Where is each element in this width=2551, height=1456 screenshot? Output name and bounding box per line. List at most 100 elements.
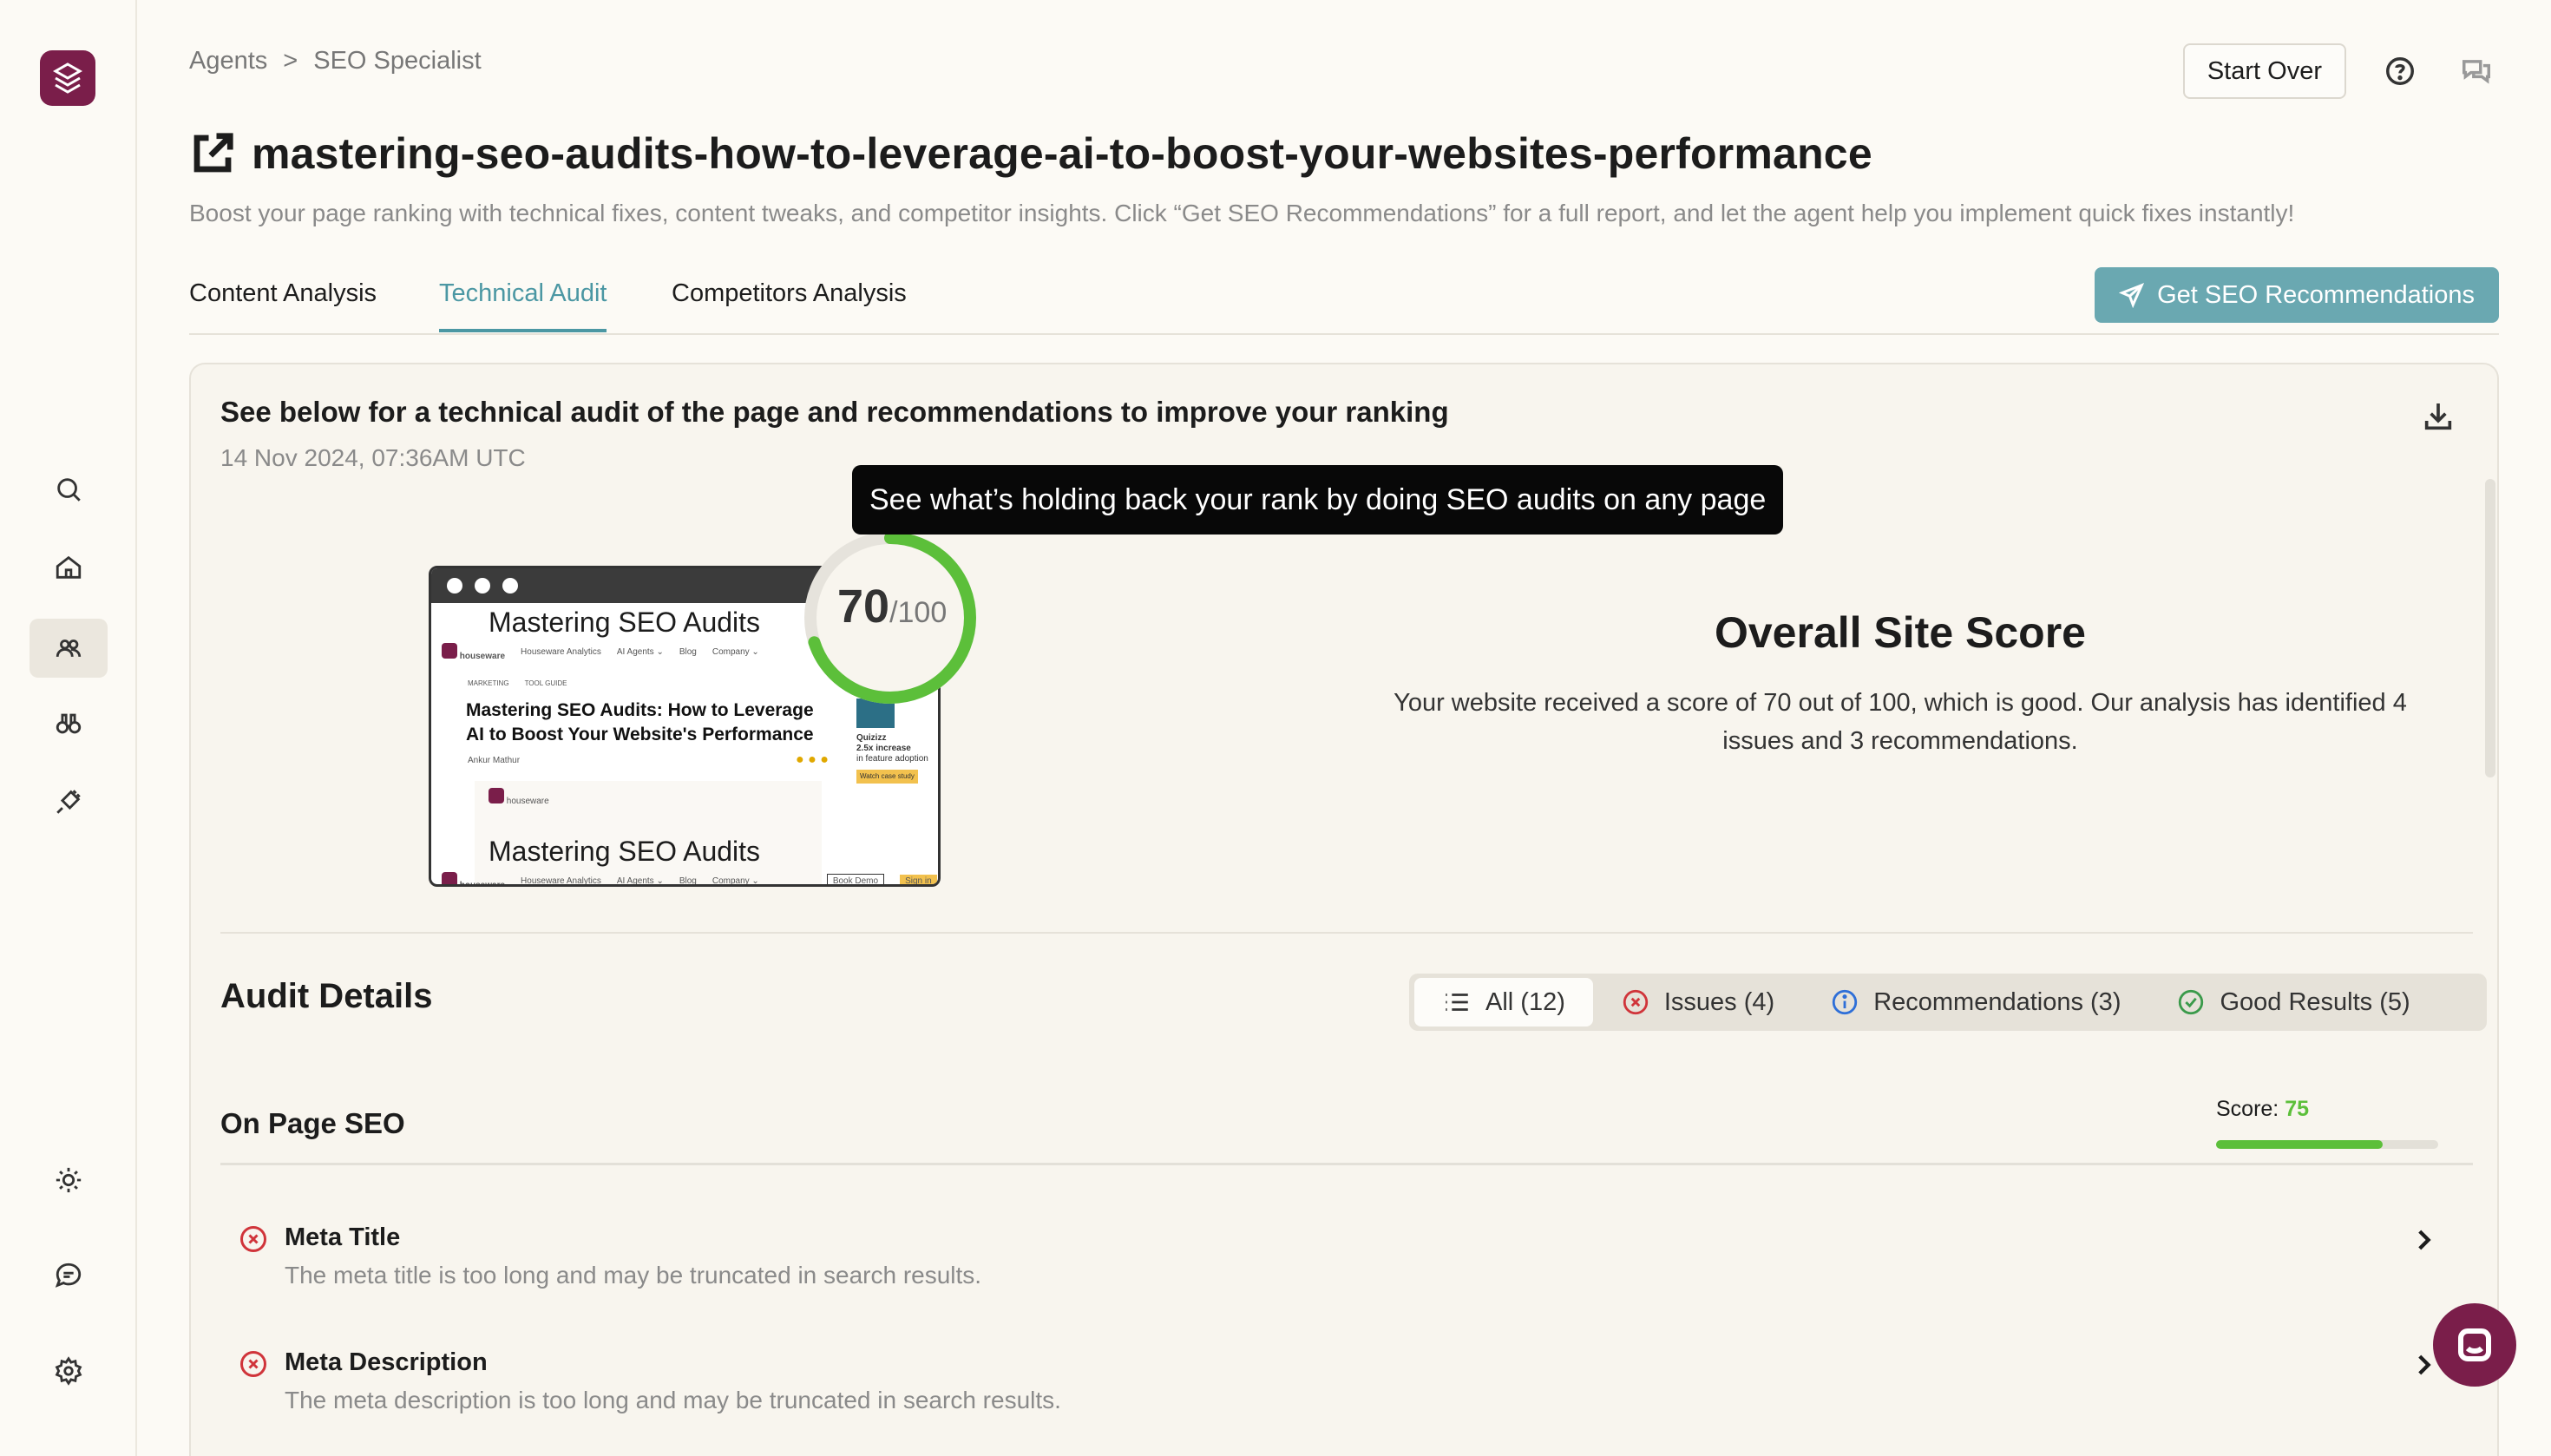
search-icon — [57, 478, 81, 502]
filter-recommendations-label: Recommendations (3) — [1873, 987, 2121, 1016]
filter-issues[interactable]: Issues (4) — [1593, 978, 1802, 1026]
tab-competitors-analysis[interactable]: Competitors Analysis — [672, 279, 907, 329]
preview-nav-item: AI Agents ⌄ — [616, 876, 664, 886]
users-icon — [56, 639, 82, 658]
sidebar-feedback[interactable] — [30, 1246, 108, 1305]
preview-nav-item: AI Agents ⌄ — [616, 647, 664, 657]
title-row: mastering-seo-audits-how-to-leverage-ai-… — [189, 128, 1872, 179]
help-button[interactable] — [2377, 49, 2423, 94]
preview-brand: houseware — [459, 652, 506, 661]
section-score-label: Score: — [2216, 1097, 2279, 1121]
sidebar-search[interactable] — [30, 460, 108, 519]
home-icon — [56, 555, 82, 579]
get-seo-recommendations-label: Get SEO Recommendations — [2157, 280, 2475, 309]
preview-nav: houseware Houseware Analytics AI Agents … — [442, 643, 759, 661]
logo-icon — [52, 62, 83, 94]
audit-filter-group: All (12) Issues (4) Recommendations (3) … — [1409, 974, 2487, 1031]
page-subtitle: Boost your page ranking with technical f… — [189, 200, 2295, 226]
preview-side-stat: 2.5x increase — [856, 744, 911, 753]
preview-tags: MARKETING TOOL GUIDE — [468, 679, 567, 687]
tooltip: See what’s holding back your rank by doi… — [852, 465, 1784, 535]
breadcrumb: Agents > SEO Specialist — [189, 47, 482, 75]
tab-technical-audit[interactable]: Technical Audit — [439, 279, 607, 332]
binoculars-icon — [56, 713, 82, 734]
preview-embedded-page: houseware — [475, 781, 822, 884]
preview-side-sub: in feature adoption — [856, 754, 928, 764]
sidebar-theme[interactable] — [30, 1151, 108, 1210]
page-title: mastering-seo-audits-how-to-leverage-ai-… — [252, 129, 1872, 178]
app-logo[interactable] — [40, 50, 95, 106]
preview-sign-in: Sign in — [900, 875, 937, 884]
tab-bar: Content Analysis Technical Audit Competi… — [189, 260, 2499, 335]
audit-item-description: The meta title is too long and may be tr… — [285, 1262, 982, 1289]
sun-icon — [56, 1167, 82, 1193]
send-icon — [2119, 283, 2145, 308]
card-heading: See below for a technical audit of the p… — [220, 396, 1449, 428]
score-max: /100 — [889, 596, 948, 629]
download-button[interactable] — [2421, 399, 2459, 437]
audit-item-name: Meta Title — [285, 1223, 401, 1251]
sidebar-settings[interactable] — [30, 1341, 108, 1400]
preview-footer-heading: Mastering SEO Audits — [489, 836, 761, 867]
divider — [220, 932, 2473, 934]
preview-heading: Mastering SEO Audits — [489, 607, 761, 638]
start-over-button[interactable]: Start Over — [2182, 43, 2346, 99]
preview-nav-item: Houseware Analytics — [521, 876, 601, 886]
audit-item-meta-description[interactable]: Meta Description The meta description is… — [220, 1340, 2473, 1444]
sidebar-home[interactable] — [30, 538, 108, 597]
plug-icon — [56, 790, 81, 814]
chat-bubbles-icon — [2462, 60, 2490, 84]
list-icon — [1446, 994, 1468, 1011]
sidebar-agents[interactable] — [30, 619, 108, 678]
preview-side-brand: Quizizz — [856, 733, 887, 743]
breadcrumb-current: SEO Specialist — [313, 47, 482, 75]
preview-nav-item: Houseware Analytics — [521, 647, 601, 657]
breadcrumb-separator: > — [283, 47, 298, 75]
preview-author: Ankur Mathur ● ● ● — [468, 752, 829, 768]
audit-item-meta-title[interactable]: Meta Title The meta title is too long an… — [220, 1215, 2473, 1319]
section-score-bar-fill — [2216, 1140, 2383, 1149]
error-circle-icon — [1623, 989, 1649, 1015]
tab-content-analysis[interactable]: Content Analysis — [189, 279, 377, 329]
section-score: Score: 75 — [2216, 1097, 2309, 1122]
audit-item-name: Meta Description — [285, 1348, 488, 1376]
gear-icon — [55, 1356, 82, 1386]
section-divider — [220, 1163, 2473, 1165]
section-score-bar — [2216, 1140, 2438, 1149]
message-icon — [55, 1263, 82, 1288]
help-icon — [2386, 57, 2414, 85]
overall-score-title: Overall Site Score — [1714, 608, 2086, 657]
download-icon — [2424, 403, 2452, 430]
section-score-value: 75 — [2285, 1097, 2310, 1121]
preview-nav-item: Company ⌄ — [712, 876, 759, 886]
error-circle-icon — [240, 1351, 266, 1377]
filter-all-label: All (12) — [1485, 987, 1565, 1016]
sidebar — [0, 0, 137, 1456]
chat-icon — [2458, 1328, 2491, 1361]
preview-side-cta: Watch case study — [856, 770, 918, 784]
preview-nav-item: Blog — [679, 647, 697, 657]
sidebar-explore[interactable] — [30, 694, 108, 753]
chat-launcher-button[interactable] — [2433, 1303, 2516, 1387]
chevron-right-icon[interactable] — [2409, 1225, 2438, 1255]
preview-logo-icon — [442, 643, 457, 659]
filter-good-results-label: Good Results (5) — [2220, 987, 2410, 1016]
preview-footer-brand: houseware — [459, 881, 506, 887]
external-link-icon[interactable] — [189, 130, 236, 177]
technical-audit-card: See below for a technical audit of the p… — [189, 363, 2499, 1456]
section-title-on-page-seo: On Page SEO — [220, 1107, 405, 1139]
filter-all[interactable]: All (12) — [1414, 978, 1593, 1026]
filter-issues-label: Issues (4) — [1663, 987, 1775, 1016]
filter-good-results[interactable]: Good Results (5) — [2148, 978, 2437, 1026]
sidebar-integrations[interactable] — [30, 772, 108, 831]
get-seo-recommendations-button[interactable]: Get SEO Recommendations — [2095, 267, 2499, 323]
score-value: 70/100 — [837, 580, 947, 633]
preview-sidebar: Quizizz 2.5x increase in feature adoptio… — [856, 698, 928, 784]
filter-recommendations[interactable]: Recommendations (3) — [1802, 978, 2148, 1026]
preview-embedded-brand: houseware — [489, 788, 549, 806]
check-circle-icon — [2179, 989, 2204, 1015]
scrollbar[interactable] — [2485, 479, 2495, 777]
top-actions: Start Over — [2182, 43, 2499, 99]
breadcrumb-agents[interactable]: Agents — [189, 47, 267, 75]
chat-history-button[interactable] — [2454, 49, 2499, 94]
